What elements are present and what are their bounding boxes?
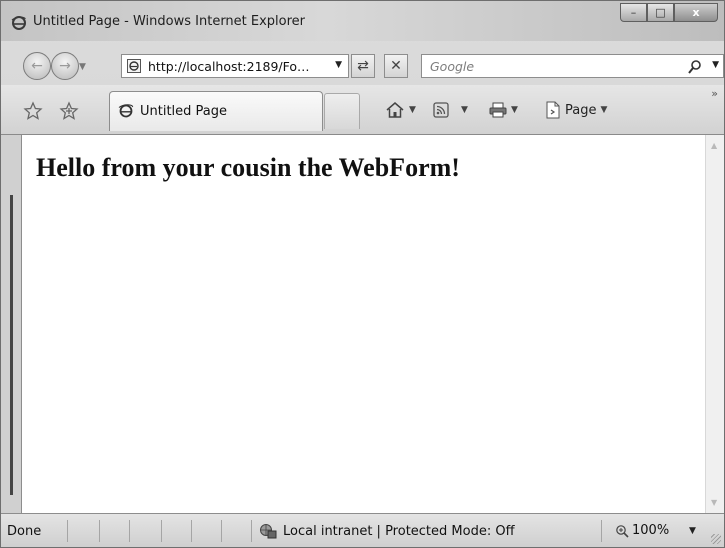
stop-button[interactable]: ✕: [384, 54, 408, 78]
page-content: Hello from your cousin the WebForm!: [21, 135, 705, 513]
refresh-button[interactable]: ⇄: [351, 54, 375, 78]
home-icon: [386, 102, 404, 118]
address-text[interactable]: http://localhost:2189/Fo…: [148, 59, 328, 74]
favorites-star-icon[interactable]: [23, 101, 43, 121]
refresh-arrows-icon: ⇄: [357, 58, 369, 74]
back-arrow-icon: ←: [31, 58, 43, 74]
scroll-up-arrow-icon[interactable]: ▲: [711, 141, 717, 150]
status-divider: [191, 520, 192, 542]
address-dropdown-icon[interactable]: ▼: [335, 60, 342, 70]
zoom-icon: [616, 524, 629, 538]
zoom-dropdown-icon[interactable]: ▼: [689, 526, 696, 536]
scroll-down-arrow-icon[interactable]: ▼: [711, 498, 717, 507]
feeds-dropdown-icon[interactable]: ▼: [461, 105, 468, 115]
resize-grip[interactable]: [711, 534, 721, 544]
status-text: Done: [7, 524, 42, 539]
zoom-text[interactable]: 100%: [632, 523, 669, 538]
page-dropdown-icon[interactable]: ▼: [600, 105, 607, 115]
page-icon: [546, 101, 560, 119]
print-button[interactable]: ▼: [489, 99, 518, 121]
navigation-bar: ← → ▼ http://localhost:2189/Fo… ▼ ⇄ ✕ Go…: [1, 41, 724, 85]
print-icon: [489, 102, 507, 118]
search-icon[interactable]: [687, 59, 703, 75]
forward-arrow-icon: →: [59, 58, 71, 74]
left-frame-strip: [1, 135, 21, 513]
chevron-more-icon[interactable]: »: [711, 87, 718, 100]
home-dropdown-icon[interactable]: ▼: [409, 105, 416, 115]
stop-x-icon: ✕: [390, 58, 402, 74]
window-title: Untitled Page - Windows Internet Explore…: [33, 14, 306, 29]
maximize-button[interactable]: □: [647, 3, 674, 22]
recent-pages-dropdown[interactable]: ▼: [79, 62, 86, 72]
search-input[interactable]: Google: [430, 59, 474, 74]
security-zone[interactable]: Local intranet | Protected Mode: Off: [259, 523, 515, 539]
print-dropdown-icon[interactable]: ▼: [511, 105, 518, 115]
home-button[interactable]: ▼: [385, 99, 416, 121]
feeds-icon: [433, 102, 449, 118]
vertical-scrollbar[interactable]: ▲ ▼: [705, 135, 724, 513]
search-options-dropdown-icon[interactable]: ▼: [712, 60, 719, 70]
status-divider: [221, 520, 222, 542]
status-divider: [601, 520, 602, 542]
tab-untitled-page[interactable]: Untitled Page: [109, 91, 323, 131]
status-divider: [99, 520, 100, 542]
page-menu-button[interactable]: Page ▼: [545, 99, 607, 121]
caption-buttons: – □ x: [620, 3, 718, 23]
tab-label[interactable]: Untitled Page: [140, 104, 227, 119]
zone-text[interactable]: Local intranet | Protected Mode: Off: [283, 524, 515, 539]
address-bar[interactable]: http://localhost:2189/Fo… ▼: [121, 54, 349, 78]
forward-button[interactable]: →: [51, 52, 79, 80]
status-divider: [251, 520, 252, 542]
intranet-zone-icon: [260, 524, 277, 539]
status-bar: Done Local intranet | Protected Mode: Of…: [1, 513, 724, 547]
ie-page-icon: [118, 104, 134, 118]
back-button[interactable]: ←: [23, 52, 51, 80]
search-box[interactable]: Google ▼: [421, 54, 724, 78]
title-bar: Untitled Page - Windows Internet Explore…: [1, 1, 724, 41]
new-tab-button[interactable]: [324, 93, 360, 129]
ie-window: Untitled Page - Windows Internet Explore…: [0, 0, 725, 548]
status-divider: [67, 520, 68, 542]
minimize-button[interactable]: –: [620, 3, 647, 22]
page-menu-label[interactable]: Page: [565, 103, 596, 118]
close-button[interactable]: x: [674, 3, 718, 22]
status-divider: [129, 520, 130, 542]
add-favorites-icon[interactable]: [59, 101, 79, 121]
ie-logo-icon: [11, 16, 26, 30]
page-ie-icon: [127, 59, 141, 73]
feeds-button[interactable]: ▼: [433, 99, 468, 121]
command-bar: Untitled Page ▼ ▼ ▼ Page ▼ »: [1, 85, 724, 135]
zoom-level[interactable]: 100%: [615, 523, 669, 538]
status-divider: [161, 520, 162, 542]
page-heading: Hello from your cousin the WebForm!: [36, 153, 460, 182]
